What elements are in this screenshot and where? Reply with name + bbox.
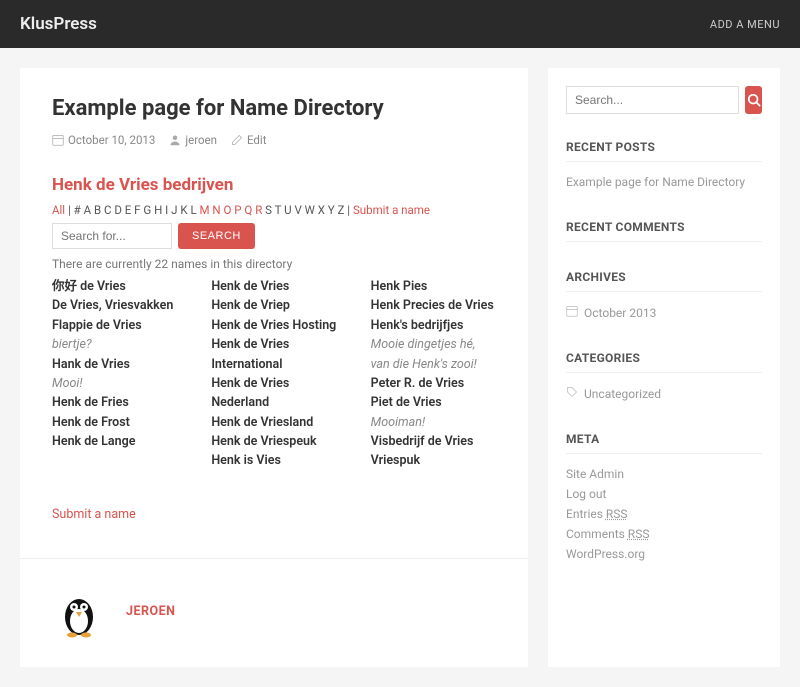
widget-item[interactable]: Entries RSS xyxy=(566,504,762,524)
widget-item[interactable]: Example page for Name Directory xyxy=(566,172,762,192)
directory-name[interactable]: Henk de Vriespeuk xyxy=(211,432,336,451)
directory-name[interactable]: Flappie de Vries xyxy=(52,316,177,335)
widget-item[interactable]: Uncategorized xyxy=(566,383,762,404)
directory-name[interactable]: Peter R. de Vries xyxy=(371,374,496,393)
directory-name[interactable]: Mooiman! xyxy=(371,413,496,432)
widget-recent-posts-title: RECENT POSTS xyxy=(566,140,762,162)
alpha-letter-C[interactable]: C xyxy=(104,203,112,217)
alpha-letter-Q[interactable]: Q xyxy=(244,203,252,217)
alpha-letter-X[interactable]: X xyxy=(318,203,325,217)
post-meta: October 10, 2013 jeroen Edit xyxy=(52,133,496,147)
alpha-letter-P[interactable]: P xyxy=(234,203,241,217)
names-column-2: Henk de VriesHenk de VriepHenk de Vries … xyxy=(211,277,336,471)
widget-recent-comments-title: RECENT COMMENTS xyxy=(566,220,762,242)
names-column-3: Henk PiesHenk Precies de VriesHenk's bed… xyxy=(371,277,496,471)
post-author[interactable]: jeroen xyxy=(185,133,217,147)
directory-name[interactable]: Mooi! xyxy=(52,374,177,393)
directory-name[interactable]: Henk de Frost xyxy=(52,413,177,432)
alpha-letter-N[interactable]: N xyxy=(212,203,220,217)
widget-archives-title: ARCHIVES xyxy=(566,270,762,292)
alpha-letter-R[interactable]: R xyxy=(255,203,262,217)
alpha-letter-F[interactable]: F xyxy=(134,203,140,217)
divider xyxy=(20,558,528,559)
directory-name[interactable]: De Vries, Vriesvakken xyxy=(52,296,177,315)
alpha-letter-H[interactable]: H xyxy=(154,203,162,217)
directory-name[interactable]: 你好 de Vries xyxy=(52,277,177,296)
alpha-letter-I[interactable]: I xyxy=(165,203,168,217)
directory-name[interactable]: Henk de Vries Nederland xyxy=(211,374,336,413)
alpha-letter-O[interactable]: O xyxy=(224,203,232,217)
alpha-letter-V[interactable]: V xyxy=(294,203,301,217)
directory-name[interactable]: Henk Precies de Vries xyxy=(371,296,496,315)
page-title: Example page for Name Directory xyxy=(52,96,496,121)
widget-item[interactable]: WordPress.org xyxy=(566,544,762,564)
sidebar-search-input[interactable] xyxy=(566,86,739,114)
directory-name[interactable]: Henk is Vies xyxy=(211,451,336,470)
edit-icon xyxy=(231,134,243,146)
alpha-letter-G[interactable]: G xyxy=(143,203,151,217)
widget-item[interactable]: October 2013 xyxy=(566,302,762,323)
alpha-letter-W[interactable]: W xyxy=(305,203,315,217)
submit-name-top[interactable]: Submit a name xyxy=(353,203,430,217)
directory-name[interactable]: Henk Pies xyxy=(371,277,496,296)
directory-name[interactable]: Visbedrijf de Vries xyxy=(371,432,496,451)
alpha-letter-M[interactable]: M xyxy=(200,203,210,217)
alpha-all[interactable]: All xyxy=(52,203,65,217)
alpha-letter-E[interactable]: E xyxy=(125,203,132,217)
calendar-icon xyxy=(52,134,64,146)
widget-item[interactable]: Log out xyxy=(566,484,762,504)
alpha-letter-D[interactable]: D xyxy=(114,203,122,217)
names-column-1: 你好 de VriesDe Vries, VriesvakkenFlappie … xyxy=(52,277,177,471)
alpha-letter-A[interactable]: A xyxy=(84,203,92,217)
widget-categories-title: CATEGORIES xyxy=(566,351,762,373)
alpha-letter-Y[interactable]: Y xyxy=(328,203,335,217)
alpha-letter-Z[interactable]: Z xyxy=(338,203,345,217)
alpha-index: All | # A B C D E F G H I J K L M N O P … xyxy=(52,203,496,217)
directory-count: There are currently 22 names in this dir… xyxy=(52,257,496,271)
widget-item[interactable]: Comments RSS xyxy=(566,524,762,544)
alpha-letter-U[interactable]: U xyxy=(284,203,291,217)
alpha-letter-L[interactable]: L xyxy=(190,203,196,217)
directory-title: Henk de Vries bedrijven xyxy=(52,175,496,195)
directory-name[interactable]: Mooie dingetjes hé, van die Henk's zooi! xyxy=(371,335,496,374)
author-name[interactable]: JEROEN xyxy=(126,604,176,619)
directory-name[interactable]: Henk de Vries Hosting xyxy=(211,316,336,335)
alpha-letter-B[interactable]: B xyxy=(94,203,101,217)
alpha-letter-#[interactable]: # xyxy=(74,203,81,217)
directory-name[interactable]: Piet de Vries xyxy=(371,393,496,412)
add-menu-link[interactable]: ADD A MENU xyxy=(710,18,780,31)
directory-name[interactable]: Henk de Vriesland xyxy=(211,413,336,432)
directory-name[interactable]: Henk's bedrijfjes xyxy=(371,316,496,335)
alpha-letter-K[interactable]: K xyxy=(180,203,187,217)
alpha-letter-T[interactable]: T xyxy=(275,203,282,217)
directory-name[interactable]: Henk de Vries xyxy=(211,277,336,296)
directory-search-input[interactable] xyxy=(52,223,172,249)
directory-name[interactable]: Vriespuk xyxy=(371,451,496,470)
post-date: October 10, 2013 xyxy=(68,133,155,147)
directory-name[interactable]: Henk de Vries International xyxy=(211,335,336,374)
directory-name[interactable]: Henk de Lange xyxy=(52,432,177,451)
directory-name[interactable]: Hank de Vries xyxy=(52,355,177,374)
user-icon xyxy=(169,134,181,146)
avatar xyxy=(52,585,106,639)
widget-item[interactable]: Site Admin xyxy=(566,464,762,484)
directory-name[interactable]: biertje? xyxy=(52,335,177,354)
alpha-letter-J[interactable]: J xyxy=(171,203,177,217)
edit-link[interactable]: Edit xyxy=(247,133,266,147)
directory-name[interactable]: Henk de Vriep xyxy=(211,296,336,315)
submit-name-bottom[interactable]: Submit a name xyxy=(52,507,136,522)
search-icon xyxy=(747,93,761,107)
directory-name[interactable]: Henk de Fries xyxy=(52,393,177,412)
alpha-letter-S[interactable]: S xyxy=(265,203,272,217)
sidebar-search-button[interactable] xyxy=(745,86,762,114)
directory-search-button[interactable]: SEARCH xyxy=(178,223,255,249)
site-title[interactable]: KlusPress xyxy=(20,14,97,34)
widget-meta-title: META xyxy=(566,432,762,454)
